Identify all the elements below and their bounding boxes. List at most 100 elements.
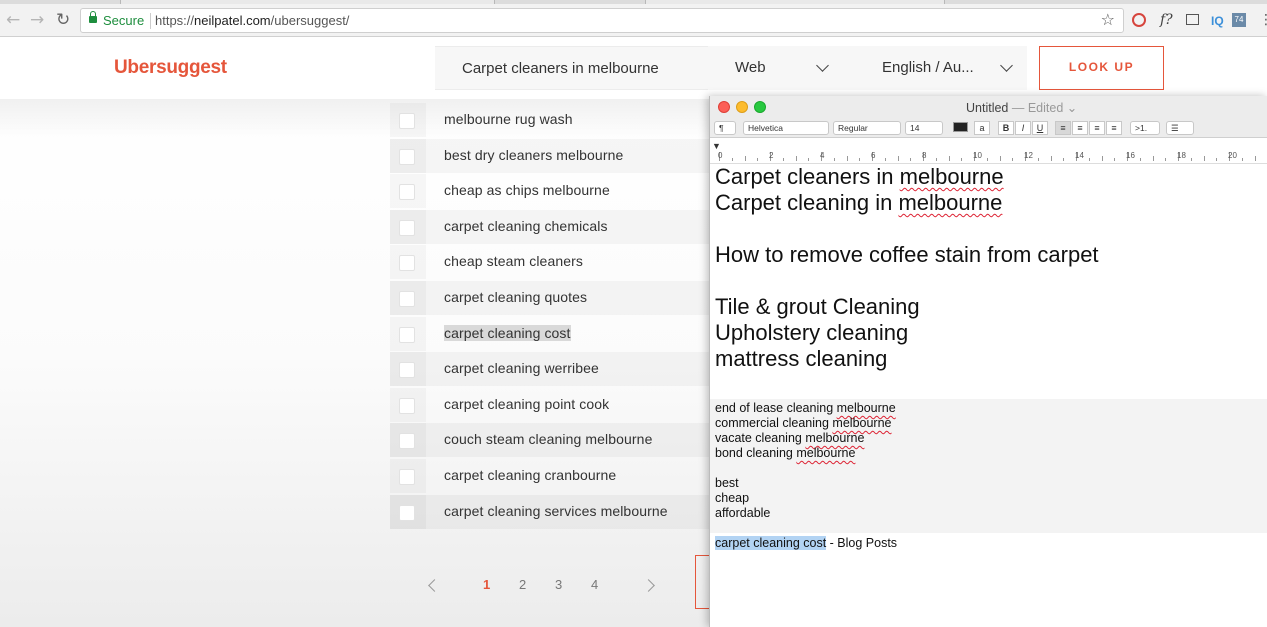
page-3-link[interactable]: 3 xyxy=(555,577,562,592)
keyword-row[interactable]: carpet cleaning quotes xyxy=(390,281,720,315)
keyword-checkbox[interactable] xyxy=(399,469,415,485)
ruler-tick xyxy=(1165,158,1167,161)
checkbox-cell xyxy=(390,423,426,457)
keyword-checkbox[interactable] xyxy=(399,184,415,201)
keyword-row[interactable]: carpet cleaning werribee xyxy=(390,352,720,386)
source-select[interactable]: Web xyxy=(708,46,855,90)
forward-arrow-icon[interactable]: → xyxy=(30,11,44,29)
bold-button[interactable]: B xyxy=(998,121,1014,135)
opera-extension-icon[interactable] xyxy=(1132,13,1146,27)
keyword-text[interactable]: carpet cleaning chemicals xyxy=(444,218,608,234)
keyword-text[interactable]: carpet cleaning point cook xyxy=(444,396,609,412)
background-color-button[interactable]: a xyxy=(974,121,990,135)
keyword-row[interactable]: carpet cleaning point cook xyxy=(390,388,720,422)
misspelled-word: melbourne xyxy=(805,431,865,445)
text-line: end of lease cleaning melbourne xyxy=(715,401,896,415)
keyword-checkbox[interactable] xyxy=(399,255,415,272)
keyword-checkbox[interactable] xyxy=(399,113,415,129)
bookmark-star-icon[interactable]: ☆ xyxy=(1101,10,1115,29)
language-select[interactable]: English / Au... xyxy=(855,46,1027,90)
italic-button[interactable]: I xyxy=(1015,121,1031,135)
prev-page-icon[interactable] xyxy=(428,579,441,592)
font-family-select[interactable]: Helvetica xyxy=(743,121,829,135)
keyword-text[interactable]: carpet cleaning services melbourne xyxy=(444,503,668,519)
keyword-text[interactable]: carpet cleaning werribee xyxy=(444,360,599,376)
align-right-icon[interactable]: ≡ xyxy=(1089,121,1105,135)
keyword-row[interactable]: carpet cleaning chemicals xyxy=(390,210,720,244)
chevron-down-icon xyxy=(1000,59,1013,72)
keyword-text[interactable]: carpet cleaning cranbourne xyxy=(444,467,616,483)
ruler[interactable]: ▼ 0 2 4 6 8 10 12 14 16 18 20 xyxy=(710,139,1267,164)
url-text[interactable]: https://neilpatel.com/ubersuggest/ xyxy=(155,13,349,28)
keyword-checkbox[interactable] xyxy=(399,397,415,414)
keyword-checkbox[interactable] xyxy=(399,291,415,307)
ruler-tick xyxy=(1152,156,1154,161)
keyword-row[interactable]: carpet cleaning services melbourne xyxy=(390,495,720,529)
ruler-number: 4 xyxy=(820,151,825,160)
address-bar[interactable]: Secure https://neilpatel.com/ubersuggest… xyxy=(80,8,1124,33)
keyword-row[interactable]: carpet cleaning cost xyxy=(390,317,720,351)
browser-toolbar: ← → ↻ Secure https://neilpatel.com/ubers… xyxy=(0,4,1267,37)
list-bullets-icon[interactable]: ☰ xyxy=(1166,121,1194,135)
document-body[interactable]: Carpet cleaners in melbourne Carpet clea… xyxy=(710,164,1267,627)
text-color-swatch[interactable] xyxy=(953,122,968,132)
keyword-checkbox[interactable] xyxy=(399,433,415,450)
chevron-down-icon: ⌄ xyxy=(1066,101,1078,115)
keyword-text[interactable]: cheap as chips melbourne xyxy=(444,182,610,198)
look-up-button[interactable]: LOOK UP xyxy=(1039,46,1164,90)
align-left-icon[interactable]: ≡ xyxy=(1055,121,1071,135)
close-window-icon[interactable] xyxy=(718,101,730,113)
underline-button[interactable]: U xyxy=(1032,121,1048,135)
keyword-text[interactable]: melbourne rug wash xyxy=(444,111,573,127)
ruler-tick xyxy=(833,158,835,161)
justify-icon[interactable]: ≡ xyxy=(1106,121,1122,135)
misspelled-word: melbourne xyxy=(796,446,856,460)
page-2-link[interactable]: 2 xyxy=(519,577,526,592)
keyword-text[interactable]: cheap steam cleaners xyxy=(444,253,583,269)
keyword-row[interactable]: cheap steam cleaners xyxy=(390,245,720,279)
next-page-icon[interactable] xyxy=(642,579,655,592)
keyword-text[interactable]: carpet cleaning quotes xyxy=(444,289,587,305)
keyword-text[interactable]: carpet cleaning cost xyxy=(444,324,571,341)
badge-extension-icon[interactable]: 74 xyxy=(1232,13,1246,27)
checkbox-cell xyxy=(390,388,426,422)
text-run: Carpet cleaners in xyxy=(715,164,900,189)
keyword-row[interactable]: couch steam cleaning melbourne xyxy=(390,423,720,457)
keyword-checkbox[interactable] xyxy=(399,148,415,165)
align-center-icon[interactable]: ≡ xyxy=(1072,121,1088,135)
keyword-text[interactable]: best dry cleaners melbourne xyxy=(444,147,623,163)
zoom-window-icon[interactable] xyxy=(754,101,766,113)
ubersuggest-logo[interactable]: Ubersuggest xyxy=(114,57,227,79)
keyword-row[interactable]: melbourne rug wash xyxy=(390,103,720,137)
back-arrow-icon[interactable]: ← xyxy=(6,11,20,29)
document-title[interactable]: Untitled — Edited ⌄ xyxy=(966,100,1077,115)
keyword-row[interactable]: carpet cleaning cranbourne xyxy=(390,459,720,493)
ruler-tick xyxy=(999,156,1001,161)
page-4-link[interactable]: 4 xyxy=(591,577,598,592)
reload-icon[interactable]: ↻ xyxy=(56,11,70,29)
ruler-tick xyxy=(1203,156,1205,161)
font-size-select[interactable]: 14 xyxy=(905,121,943,135)
tab-stop-marker-icon[interactable]: ▼ xyxy=(712,141,721,151)
minimize-window-icon[interactable] xyxy=(736,101,748,113)
keyword-text[interactable]: couch steam cleaning melbourne xyxy=(444,431,652,447)
keyword-checkbox[interactable] xyxy=(399,362,415,379)
keyword-checkbox[interactable] xyxy=(399,504,415,521)
checkbox-cell xyxy=(390,317,426,351)
keyword-checkbox[interactable] xyxy=(399,326,415,343)
ruler-tick xyxy=(1190,158,1192,161)
textedit-titlebar[interactable]: Untitled — Edited ⌄ xyxy=(710,96,1267,118)
line-spacing-select[interactable]: >1. xyxy=(1130,121,1160,135)
keyword-row[interactable]: cheap as chips melbourne xyxy=(390,174,720,208)
keyword-checkbox[interactable] xyxy=(399,219,415,236)
iq-extension-icon[interactable]: IQ xyxy=(1211,14,1224,28)
text-line: best xyxy=(715,476,739,490)
typeface-select[interactable]: Regular xyxy=(833,121,901,135)
page-1-link[interactable]: 1 xyxy=(483,577,490,592)
screenshot-extension-icon[interactable] xyxy=(1186,14,1199,25)
browser-menu-icon[interactable]: ⋮ xyxy=(1259,12,1267,28)
formula-extension-icon[interactable]: f? xyxy=(1160,12,1173,28)
paragraph-style-select[interactable]: ¶ xyxy=(714,121,736,135)
text-line: Carpet cleaners in melbourne xyxy=(715,164,1004,190)
keyword-row[interactable]: best dry cleaners melbourne xyxy=(390,139,720,173)
